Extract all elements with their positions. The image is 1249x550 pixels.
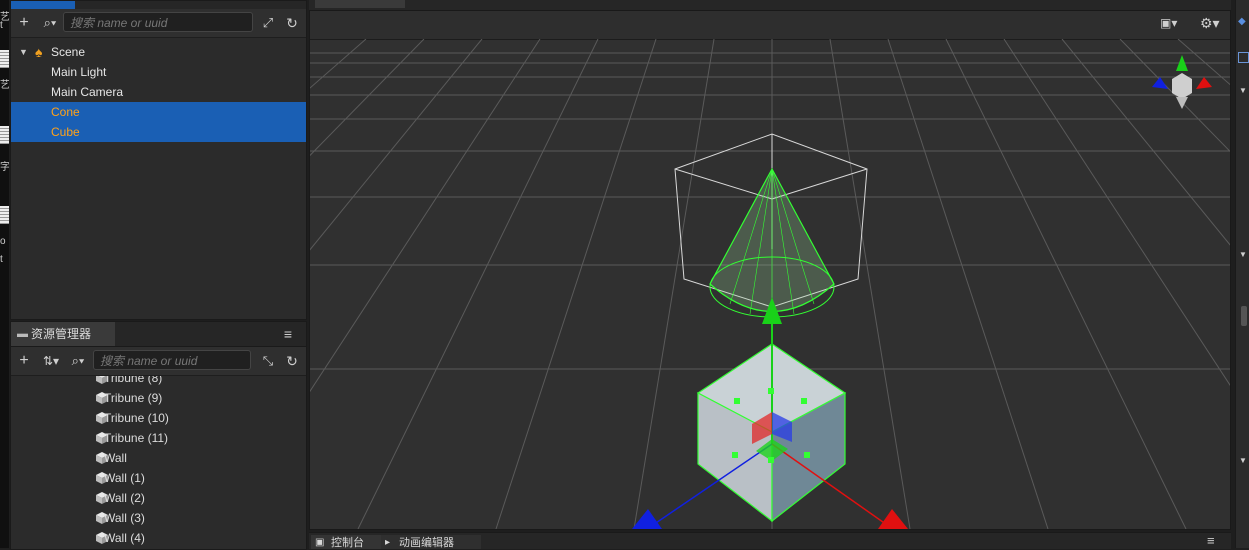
- caret-down-icon[interactable]: ▼: [19, 42, 28, 62]
- asset-item[interactable]: Wall (2): [11, 488, 306, 508]
- asset-item[interactable]: Wall (1): [11, 468, 306, 488]
- tree-root-scene[interactable]: ▼ ♠ Scene: [11, 42, 306, 62]
- console-icon: ▣: [315, 537, 325, 548]
- cone-mesh[interactable]: [709, 167, 835, 318]
- desktop-fragment: o: [0, 236, 6, 247]
- magnifier-icon[interactable]: ⌕▾: [67, 351, 89, 371]
- tree-node[interactable]: Main Camera: [11, 82, 306, 102]
- asset-item[interactable]: Wall: [11, 448, 306, 468]
- hierarchy-tree: ▼ ♠ Scene Main Light Main Camera Cone Cu…: [11, 41, 306, 311]
- caret-down-icon[interactable]: ▼: [1239, 86, 1247, 95]
- scene-toolbar: ▣▾ ⚙▾: [310, 11, 1230, 40]
- caret-down-icon[interactable]: ▼: [1239, 456, 1247, 465]
- gear-icon[interactable]: ⚙▾: [1200, 15, 1220, 32]
- desktop-file-icon[interactable]: [0, 206, 9, 224]
- inspector-strip: ◆ ▼ ▼ ▼: [1235, 0, 1249, 548]
- desktop-strip: 艺 t 艺 字 o t: [0, 0, 9, 548]
- desktop-file-icon[interactable]: [0, 126, 9, 144]
- tab-assets[interactable]: ▬ 资源管理器: [11, 322, 115, 346]
- plus-icon[interactable]: +: [15, 13, 33, 33]
- camera-icon[interactable]: ▣▾: [1160, 16, 1177, 30]
- scrollbar-thumb[interactable]: [1241, 306, 1247, 326]
- animation-icon: ▸: [385, 537, 391, 548]
- desktop-file-icon[interactable]: [0, 50, 9, 68]
- desktop-fragment: 艺: [0, 80, 9, 91]
- folder-icon: ▬: [17, 328, 28, 340]
- tree-node[interactable]: Main Light: [11, 62, 306, 82]
- asset-item[interactable]: Tribune (8): [11, 376, 306, 388]
- hierarchy-panel: + ⌕▾ 搜索 name or uuid ⤢ ↻ ▼ ♠ Scene Main …: [10, 0, 307, 320]
- magnifier-icon[interactable]: ⌕▾: [39, 13, 61, 33]
- tab-animation-editor[interactable]: ▸ 动画编辑器: [381, 535, 481, 549]
- tree-node-selected[interactable]: Cube: [11, 122, 306, 142]
- asset-item[interactable]: Tribune (9): [11, 388, 306, 408]
- asset-item[interactable]: Tribune (10): [11, 408, 306, 428]
- bottom-tabbar: ▣ 控制台 ▸ 动画编辑器 ≡: [309, 532, 1231, 549]
- plus-icon[interactable]: +: [15, 351, 33, 371]
- scene-viewport[interactable]: ▣▾ ⚙▾: [309, 10, 1231, 530]
- tree-node-selected[interactable]: Cone: [11, 102, 306, 122]
- flame-icon: ♠: [35, 44, 43, 60]
- desktop-fragment: t: [0, 254, 3, 265]
- asset-list: Tribune (8) Tribune (9) Tribune (10) Tri…: [11, 376, 306, 549]
- tree-root-label: Scene: [51, 45, 86, 59]
- asset-item[interactable]: Wall (3): [11, 508, 306, 528]
- tab-scene-editor[interactable]: [315, 0, 405, 8]
- checkbox[interactable]: [1238, 52, 1249, 63]
- diamond-icon[interactable]: ◆: [1238, 16, 1246, 27]
- refresh-icon[interactable]: ↻: [283, 13, 301, 33]
- caret-down-icon[interactable]: ▼: [1239, 250, 1247, 259]
- desktop-fragment: 字: [0, 162, 9, 173]
- hierarchy-search-input[interactable]: 搜索 name or uuid: [63, 12, 253, 32]
- asset-item[interactable]: Wall (4): [11, 528, 306, 548]
- hamburger-icon[interactable]: ≡: [1207, 533, 1215, 548]
- refresh-icon[interactable]: ↻: [283, 351, 301, 371]
- sort-icon[interactable]: ⇅▾: [39, 351, 63, 371]
- hamburger-icon[interactable]: ≡: [279, 324, 297, 344]
- asset-item[interactable]: Tribune (11): [11, 428, 306, 448]
- collapse-icon[interactable]: ⤡: [259, 351, 277, 371]
- assets-search-input[interactable]: 搜索 name or uuid: [93, 350, 251, 370]
- assets-panel: ▬ 资源管理器 ≡ + ⇅▾ ⌕▾ 搜索 name or uuid ⤡ ↻ Tr…: [10, 321, 307, 550]
- scene-canvas[interactable]: [310, 39, 1230, 529]
- desktop-fragment: t: [0, 20, 3, 31]
- tab-hierarchy[interactable]: [11, 1, 75, 9]
- expand-icon[interactable]: ⤢: [259, 13, 277, 33]
